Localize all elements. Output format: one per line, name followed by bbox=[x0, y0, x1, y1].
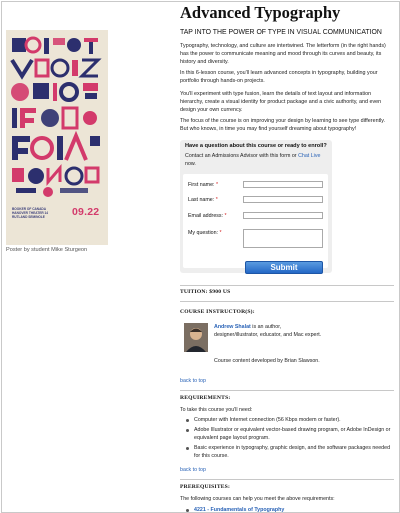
page-frame: BOOKER OF CANADA HANOVER THEATER 14 RUTL… bbox=[1, 1, 400, 513]
email-label-text: Email address: bbox=[188, 213, 224, 219]
tuition-label: TUITION: $900 US bbox=[180, 289, 231, 295]
requirements-intro: To take this course you'll need: bbox=[180, 407, 253, 413]
question-label: My question: * bbox=[188, 230, 222, 236]
course-tagline: TAP INTO THE POWER OF TYPE IN VISUAL COM… bbox=[180, 29, 382, 36]
required-mark: * bbox=[215, 182, 219, 188]
instructor-bio: Andrew Shalat is an author, designer/ill… bbox=[214, 323, 324, 339]
poster-letterforms bbox=[10, 36, 102, 197]
intro-paragraph-2: In this 6-lesson course, you'll learn ad… bbox=[180, 70, 378, 84]
email-field[interactable] bbox=[243, 212, 323, 219]
question-label-text: My question: bbox=[188, 230, 219, 236]
requirement-item: Computer with Internet connection (56 Kb… bbox=[180, 416, 394, 424]
intro-paragraph-1: Typography, technology, and culture are … bbox=[180, 43, 386, 65]
divider bbox=[180, 285, 394, 286]
bullet bbox=[186, 429, 189, 432]
contact-prefix: Contact an Admissions Advisor with this … bbox=[185, 153, 297, 159]
requirement-text: Adobe Illustrator or equivalent vector-b… bbox=[194, 427, 391, 441]
required-mark: * bbox=[215, 197, 218, 203]
required-mark: * bbox=[224, 213, 227, 219]
requirements-heading: REQUIREMENTS: bbox=[180, 395, 231, 401]
intro-paragraph-4: The focus of the course is on improving … bbox=[180, 118, 386, 132]
back-to-top-link[interactable]: back to top bbox=[180, 467, 206, 473]
divider bbox=[180, 301, 394, 302]
email-label: Email address: * bbox=[188, 213, 227, 219]
page-title: Advanced Typography bbox=[180, 3, 341, 22]
instructor-name-link[interactable]: Andrew Shalat bbox=[214, 324, 251, 330]
required-mark: * bbox=[219, 230, 222, 236]
submit-button[interactable]: Submit bbox=[245, 261, 323, 274]
chat-live-link[interactable]: Chat Live bbox=[298, 153, 320, 159]
first-name-label: First name: * bbox=[188, 182, 218, 188]
back-to-top-link[interactable]: back to top bbox=[180, 378, 206, 384]
prerequisite-item: 4221 - Fundamentals of Typography bbox=[186, 507, 284, 512]
enroll-form-box: Have a question about this course or rea… bbox=[180, 140, 332, 274]
requirement-text: Basic experience in typography, graphic … bbox=[194, 445, 391, 459]
contact-suffix: now. bbox=[185, 160, 196, 167]
poster-date: 09.22 bbox=[72, 206, 100, 218]
poster-caption: Poster by student Mike Sturgeon bbox=[6, 247, 88, 253]
instructors-heading: COURSE INSTRUCTOR(S): bbox=[180, 309, 255, 315]
bullet bbox=[186, 447, 189, 450]
requirement-item: Basic experience in typography, graphic … bbox=[180, 444, 394, 460]
divider bbox=[180, 479, 394, 480]
last-name-field[interactable] bbox=[243, 196, 323, 203]
enroll-contact-text: Contact an Admissions Advisor with this … bbox=[185, 153, 325, 168]
enroll-question: Have a question about this course or rea… bbox=[185, 143, 327, 149]
poster-image: BOOKER OF CANADA HANOVER THEATER 14 RUTL… bbox=[6, 30, 108, 245]
divider bbox=[180, 390, 394, 391]
question-field[interactable] bbox=[243, 229, 323, 248]
prerequisites-intro: The following courses can help you meet … bbox=[180, 496, 335, 502]
bullet bbox=[186, 419, 189, 422]
first-name-field[interactable] bbox=[243, 181, 323, 188]
form-panel: First name: * Last name: * Email address… bbox=[183, 174, 328, 274]
developed-by: Course content developed by Brian Slawso… bbox=[214, 358, 320, 364]
requirement-item: Adobe Illustrator or equivalent vector-b… bbox=[180, 426, 394, 442]
prerequisites-heading: PREREQUISITES: bbox=[180, 484, 231, 490]
intro-paragraph-3: You'll experiment with type fusion, lear… bbox=[180, 91, 382, 113]
requirement-text: Computer with Internet connection (56 Kb… bbox=[194, 417, 341, 423]
instructor-photo bbox=[184, 323, 208, 352]
instructor-avatar bbox=[184, 323, 208, 352]
first-name-label-text: First name: bbox=[188, 182, 215, 188]
requirements-list: Computer with Internet connection (56 Kb… bbox=[180, 416, 394, 462]
last-name-label: Last name: * bbox=[188, 197, 218, 203]
poster-venue-text: BOOKER OF CANADA HANOVER THEATER 14 RUTL… bbox=[12, 207, 49, 219]
prerequisite-link[interactable]: 4221 - Fundamentals of Typography bbox=[194, 507, 284, 512]
last-name-label-text: Last name: bbox=[188, 197, 215, 203]
